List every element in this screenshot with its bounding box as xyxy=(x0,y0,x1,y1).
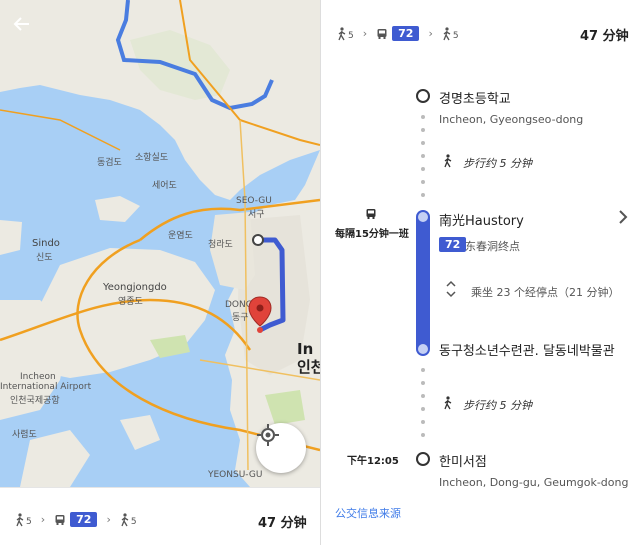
walk-segment: 5 xyxy=(337,26,354,41)
arrival-time: 下午12:05 xyxy=(347,456,399,467)
alight-stop-name[interactable]: 동구청소년수련관. 달동네박물관 xyxy=(439,340,615,359)
walk-icon xyxy=(444,154,452,168)
chevron-right-icon[interactable] xyxy=(618,209,628,225)
walk-segment: 5 xyxy=(442,26,459,41)
expand-stops-icon[interactable] xyxy=(445,280,457,298)
start-stop-name[interactable]: 경명초등학교 xyxy=(439,88,511,107)
stop-marker xyxy=(416,452,430,466)
walk-icon xyxy=(338,26,346,40)
map-view[interactable]: 동검도 소항실도 세어도 SEO-GU 서구 운염도 청라도 Sindo 신도 … xyxy=(0,0,320,487)
map-label: 영종도 xyxy=(118,297,143,307)
walk-dot xyxy=(421,128,425,132)
map-label: 서구 xyxy=(248,210,265,220)
walk-dot xyxy=(421,154,425,158)
map-label: 세어도 xyxy=(152,181,177,191)
walk-dot xyxy=(421,394,425,398)
walk-icon xyxy=(16,512,24,526)
route-summary-header: 5 › 72 › 5 xyxy=(337,26,459,41)
walk-icon xyxy=(443,26,451,40)
stop-marker xyxy=(416,89,430,103)
map-label: 인천 xyxy=(297,358,320,376)
walk-dot xyxy=(421,381,425,385)
map-label: 신도 xyxy=(36,253,53,263)
start-stop-address: Incheon, Gyeongseo-dong xyxy=(439,113,584,126)
map-label: 동구 xyxy=(232,313,249,323)
bus-route-destination: 东春洞终点 xyxy=(465,240,520,253)
route-start-marker xyxy=(252,234,264,246)
walk-dot xyxy=(421,115,425,119)
chevron-right-icon: › xyxy=(40,513,46,526)
map-label: 사렴도 xyxy=(12,430,37,440)
end-stop-name[interactable]: 한미서점 xyxy=(439,451,487,470)
walk-dot xyxy=(421,180,425,184)
arrow-left-icon xyxy=(13,17,29,31)
walk-segment: 5 xyxy=(15,512,32,527)
directions-panel[interactable]: 5 › 72 › 5 47 分钟 경명초등학교 Incheon, Gyeongs… xyxy=(320,0,640,545)
walk-dot xyxy=(421,141,425,145)
walk-dot xyxy=(421,420,425,424)
walk-dot xyxy=(421,368,425,372)
back-button[interactable] xyxy=(12,14,38,40)
map-label: 인천국제공항 xyxy=(10,396,60,406)
map-pin-icon[interactable] xyxy=(248,296,272,336)
walk-dot xyxy=(421,167,425,171)
map-label: 동검도 xyxy=(97,158,122,168)
my-location-button[interactable] xyxy=(256,423,306,473)
chevron-right-icon: › xyxy=(106,513,111,526)
walk-dot xyxy=(421,433,425,437)
bus-icon xyxy=(55,514,65,525)
bus-route-badge: 72 xyxy=(70,512,98,527)
end-stop-address: Incheon, Dong-gu, Geumgok-dong xyxy=(439,476,629,489)
total-duration: 47 分钟 xyxy=(580,29,629,44)
map-label: 청라도 xyxy=(208,240,233,250)
chevron-right-icon: › xyxy=(428,27,433,40)
alight-stop-dot xyxy=(418,344,428,354)
board-stop-name[interactable]: 南光Haustory xyxy=(439,210,524,229)
walk-icon xyxy=(444,396,452,410)
walk-duration: 步行约 5 分钟 xyxy=(463,157,532,170)
map-label: SEO-GU xyxy=(236,196,272,206)
bus-frequency: 每隔15分钟一班 xyxy=(335,229,409,240)
map-label: 소항실도 xyxy=(135,153,169,163)
transit-source-link[interactable]: 公交信息来源 xyxy=(335,505,401,521)
map-label: Sindo xyxy=(32,238,60,249)
my-location-icon xyxy=(257,424,279,446)
walk-dot xyxy=(421,193,425,197)
ride-stops-summary[interactable]: 乘坐 23 个经停点（21 分钟） xyxy=(471,284,619,300)
map-label: Yeongjongdo xyxy=(103,282,167,293)
bus-route-badge: 72 xyxy=(439,237,467,252)
bus-route-badge: 72 xyxy=(392,26,420,41)
map-label: 운염도 xyxy=(168,231,193,241)
map-label: YEONSU-GU xyxy=(208,470,263,480)
walk-icon xyxy=(121,512,129,526)
route-summary: 5 › 72 › 5 xyxy=(15,512,137,527)
map-label: Incheon xyxy=(20,372,56,382)
bus-icon xyxy=(366,209,376,219)
bus-segment-bar xyxy=(416,210,430,356)
chevron-right-icon: › xyxy=(362,27,368,40)
walk-dot xyxy=(421,407,425,411)
walk-duration: 步行约 5 分钟 xyxy=(463,399,532,412)
bus-icon xyxy=(377,28,387,39)
total-duration: 47 分钟 xyxy=(258,516,307,531)
bottom-summary-bar[interactable]: 5 › 72 › 5 47 分钟 xyxy=(0,487,320,546)
board-stop-dot xyxy=(418,212,428,222)
walk-segment: 5 xyxy=(120,512,137,527)
map-label: International Airport xyxy=(0,382,92,392)
